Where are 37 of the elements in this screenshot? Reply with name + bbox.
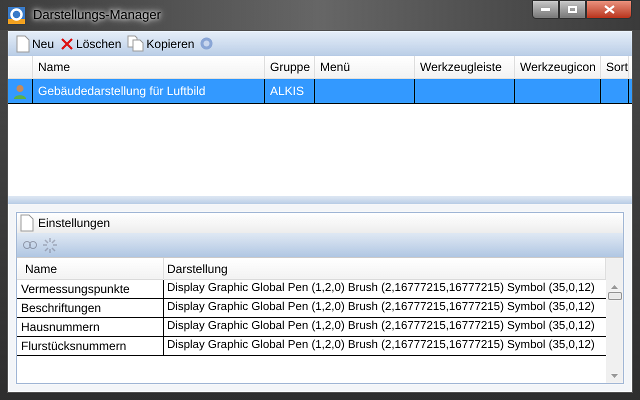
- column-header[interactable]: Werkzeugleiste: [415, 56, 515, 78]
- table-cell-text: Display Graphic Global Pen (1,2,0) Brush (2,16777215,16777215) Symbol (35,0,12): [166, 281, 596, 296]
- column-header[interactable]: Gruppe: [265, 56, 315, 78]
- help-icon[interactable]: [200, 37, 214, 50]
- panel-title: Einstellungen: [38, 215, 110, 232]
- column-header[interactable]: Name: [22, 258, 164, 279]
- table-cell: Flurstücksnummern: [18, 337, 164, 355]
- table-cell: Hausnummern: [18, 318, 164, 336]
- delete-icon: [60, 36, 74, 50]
- scroll-down-icon[interactable]: [611, 374, 618, 379]
- person-icon: [13, 84, 27, 98]
- scroll-thumb[interactable]: [608, 292, 622, 300]
- scroll-up-icon[interactable]: [611, 284, 618, 289]
- table-cell: Vermessungspunkte: [18, 280, 164, 298]
- close-button[interactable]: [586, 0, 632, 19]
- column-header[interactable]: Name: [33, 56, 265, 78]
- toolbar-button[interactable]: Neu: [16, 34, 54, 52]
- table-cell-text: Display Graphic Global Pen (1,2,0) Brush (2,16777215,16777215) Symbol (35,0,12): [166, 319, 596, 334]
- table-cell: Gebäudedarstellung für Luftbild: [33, 79, 265, 103]
- table-cell-text: Display Graphic Global Pen (1,2,0) Brush (2,16777215,16777215) Symbol (35,0,12): [166, 338, 596, 354]
- table-cell: ALKIS: [265, 79, 315, 103]
- column-header[interactable]: Menü: [315, 56, 415, 78]
- splitter[interactable]: [8, 196, 632, 204]
- toolbar-button[interactable]: Löschen: [60, 34, 122, 52]
- table-cell: Beschriftungen: [18, 299, 164, 317]
- column-header[interactable]: Sort: [601, 56, 629, 78]
- minimize-button[interactable]: [532, 0, 559, 19]
- scrollbar[interactable]: [606, 258, 623, 383]
- close-icon: [604, 5, 614, 14]
- maximize-button[interactable]: [559, 0, 586, 19]
- document-icon: [16, 34, 30, 52]
- table-cell-text: Display Graphic Global Pen (1,2,0) Brush (2,16777215,16777215) Symbol (35,0,12): [166, 300, 596, 316]
- app-logo-icon: [8, 6, 25, 24]
- copy-icon: [127, 35, 144, 52]
- toolbar-button[interactable]: Kopieren: [127, 34, 194, 52]
- window-title: Darstellungs-Manager: [33, 6, 161, 24]
- column-header[interactable]: Werkzeugicon: [515, 56, 601, 78]
